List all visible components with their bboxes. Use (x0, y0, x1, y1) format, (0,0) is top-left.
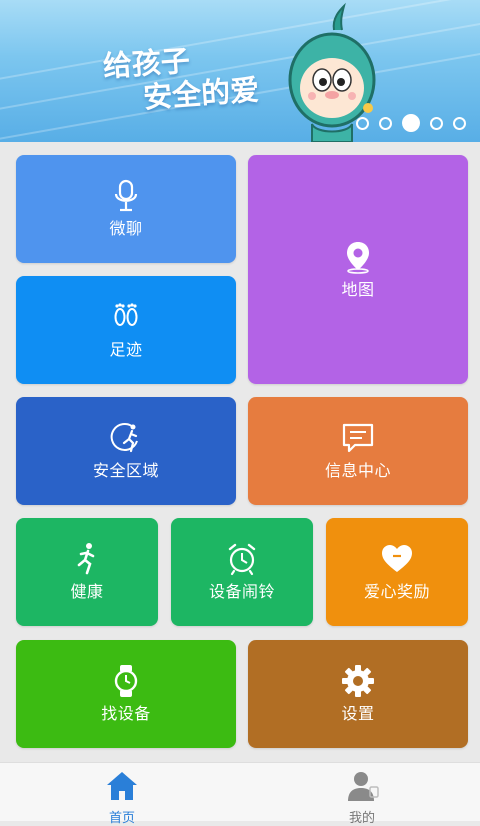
message-icon (342, 423, 374, 453)
bottom-navigation: 首页 我的 (0, 762, 480, 826)
nav-mine-label: 我的 (348, 811, 375, 826)
tile-message-center[interactable]: 信息中心 (248, 397, 468, 505)
tile-device-alarm-label: 设备闹铃 (208, 582, 275, 601)
top-banner[interactable]: 给孩子 安全的爱 (0, 0, 480, 142)
tile-safe-zone[interactable]: 安全区域 (16, 397, 236, 505)
tile-chat-label: 微聊 (109, 219, 143, 238)
carousel-dot[interactable] (356, 116, 369, 130)
carousel-dot-active[interactable] (402, 114, 420, 132)
tile-map[interactable]: 地图 (248, 155, 468, 384)
tile-chat[interactable]: 微聊 (16, 155, 236, 263)
carousel-dot[interactable] (379, 116, 392, 130)
tile-love-reward-label: 爱心奖励 (363, 582, 430, 601)
footprints-icon (114, 303, 138, 326)
running-circle-icon (110, 422, 138, 453)
tile-safe-zone-label: 安全区域 (92, 461, 159, 480)
heart-icon (382, 545, 412, 572)
carousel-dot[interactable] (453, 116, 466, 130)
banner-slogan: 给孩子 安全的爱 (102, 39, 260, 118)
tile-footprint[interactable]: 足迹 (16, 276, 236, 384)
tile-settings[interactable]: 设置 (248, 640, 468, 748)
tile-health-label: 健康 (70, 582, 104, 601)
tile-footprint-label: 足迹 (109, 340, 143, 359)
nav-mine[interactable]: 我的 (302, 769, 422, 826)
tile-map-label: 地图 (341, 279, 375, 299)
tile-health[interactable]: 健康 (16, 518, 158, 626)
user-icon (348, 772, 379, 801)
gear-icon (342, 665, 374, 697)
watch-icon (114, 665, 138, 697)
carousel-dot[interactable] (430, 116, 443, 130)
nav-home-label: 首页 (108, 811, 135, 826)
tile-device-alarm[interactable]: 设备闹铃 (171, 518, 313, 626)
microphone-icon (114, 179, 138, 212)
map-pin-icon (347, 241, 369, 274)
runner-icon (77, 543, 95, 575)
nav-home[interactable]: 首页 (62, 769, 182, 826)
tile-settings-label: 设置 (341, 704, 375, 723)
tile-find-device-label: 找设备 (101, 704, 151, 723)
tile-love-reward[interactable]: 爱心奖励 (326, 518, 468, 626)
alarm-clock-icon (228, 543, 256, 576)
tile-message-center-label: 信息中心 (324, 461, 391, 480)
carousel-indicator[interactable] (356, 114, 466, 132)
home-icon (107, 772, 137, 800)
tile-find-device[interactable]: 找设备 (16, 640, 236, 748)
